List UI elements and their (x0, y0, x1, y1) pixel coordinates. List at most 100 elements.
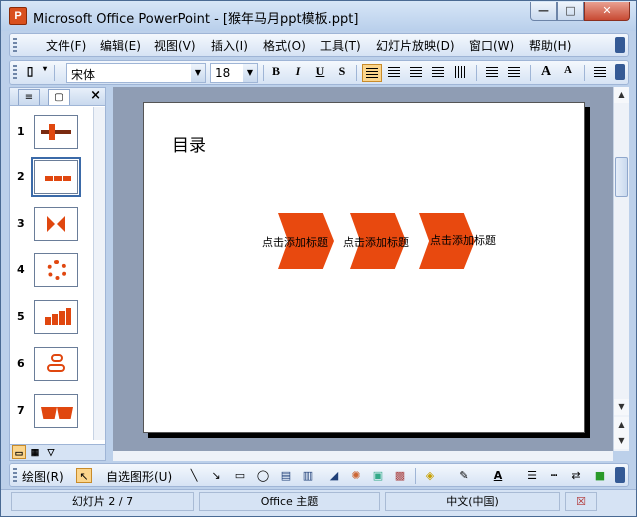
line-color-icon[interactable]: ✎ (456, 468, 472, 483)
slide-thumbnail-selected[interactable] (31, 157, 81, 197)
menu-file[interactable]: 文件(F) (46, 37, 86, 54)
slide-thumbnail[interactable] (34, 347, 78, 381)
decrease-font-button[interactable]: A (558, 64, 578, 82)
menu-view[interactable]: 视图(V) (154, 37, 196, 54)
menu-window[interactable]: 窗口(W) (469, 37, 514, 54)
toolbar-separator (584, 65, 585, 81)
fill-color-icon[interactable]: ◈ (422, 468, 438, 483)
toolbar-grip-icon[interactable] (13, 468, 17, 483)
horizontal-scrollbar[interactable] (113, 451, 613, 461)
slide-thumbnail-row[interactable]: 4 (10, 253, 94, 291)
align-left-button[interactable] (362, 64, 382, 82)
text-box-icon[interactable]: ▤ (278, 468, 294, 483)
slide-thumbnail[interactable] (34, 300, 78, 334)
arrow-style-icon[interactable]: ⇄ (568, 468, 584, 483)
status-bar: 幻灯片 2 / 7 Office 主题 中文(中国) ☒ (1, 489, 636, 516)
clip-art-icon[interactable]: ▣ (370, 468, 386, 483)
next-slide-icon[interactable]: ▼ (614, 433, 629, 449)
menu-format[interactable]: 格式(O) (263, 37, 306, 54)
item-title-placeholder[interactable]: 点击添加标题 (430, 232, 496, 248)
bullets-button[interactable] (504, 64, 524, 82)
slide-thumbnail[interactable] (34, 394, 78, 428)
slide-thumbnail[interactable] (34, 207, 78, 241)
previous-slide-icon[interactable]: ▲ (614, 417, 629, 433)
toolbar-grip-icon[interactable] (13, 38, 17, 53)
scroll-up-icon[interactable]: ▲ (614, 87, 629, 103)
spelling-check-icon[interactable]: ☒ (565, 492, 597, 511)
chevron-down-icon[interactable]: ▼ (191, 64, 205, 82)
title-bar[interactable]: P Microsoft Office PowerPoint - [猴年马月ppt… (1, 1, 636, 31)
slide-title[interactable]: 目录 (172, 131, 206, 156)
vertical-text-button[interactable] (450, 64, 470, 82)
vertical-scrollbar[interactable]: ▲ ▼ ▲ ▼ (613, 87, 629, 451)
font-size-select[interactable]: 18 ▼ (210, 63, 258, 83)
slide-thumbnail-row[interactable]: 6 (10, 347, 94, 385)
font-color-icon[interactable]: A (490, 468, 506, 483)
oval-icon[interactable]: ◯ (255, 468, 271, 483)
slide-thumbnail-row[interactable]: 3 (10, 207, 94, 245)
align-right-button[interactable] (406, 64, 426, 82)
slide-thumbnail-row[interactable]: 7 (10, 394, 94, 432)
slide-thumbnail[interactable] (34, 253, 78, 287)
scroll-thumb[interactable] (615, 157, 628, 197)
slide-thumbnail-row[interactable]: 2 (10, 157, 94, 198)
picture-icon[interactable]: ▩ (392, 468, 408, 483)
numbering-button[interactable] (482, 64, 502, 82)
slide-thumbnail-row[interactable]: 5 (10, 300, 94, 338)
decrease-indent-button[interactable] (590, 64, 610, 82)
wordart-icon[interactable]: ◢ (326, 468, 342, 483)
slide-thumbnail[interactable] (34, 115, 78, 149)
slide-canvas[interactable]: 目录 点击添加标题 点击添加标题 点击添加标题 (143, 102, 585, 433)
menu-slide-show[interactable]: 幻灯片放映(D) (376, 37, 455, 54)
distribute-button[interactable] (428, 64, 448, 82)
item-title-placeholder[interactable]: 点击添加标题 (262, 234, 328, 250)
maximize-button[interactable]: □ (557, 2, 584, 21)
menu-insert[interactable]: 插入(I) (211, 37, 248, 54)
slide-show-view-icon[interactable]: ▽ (44, 445, 58, 459)
vertical-text-box-icon[interactable]: ▥ (300, 468, 316, 483)
normal-view-icon[interactable]: ▭ (12, 445, 26, 459)
line-style-icon[interactable]: ☰ (524, 468, 540, 483)
menu-edit[interactable]: 编辑(E) (100, 37, 141, 54)
powerpoint-app-icon[interactable]: P (9, 7, 27, 25)
menu-help[interactable]: 帮助(H) (529, 37, 571, 54)
shadow-style-icon[interactable]: ■ (592, 468, 608, 483)
formatting-toolbar: ▯ ▾ 宋体 ▼ 18 ▼ B I U S A A (9, 60, 629, 85)
tab-slides[interactable]: ▢ (48, 89, 70, 105)
slide-number: 5 (17, 310, 25, 323)
select-pointer-icon[interactable]: ↖ (76, 468, 92, 483)
item-title-placeholder[interactable]: 点击添加标题 (343, 234, 409, 250)
toolbar-options-icon[interactable] (615, 64, 625, 80)
menu-tools[interactable]: 工具(T) (320, 37, 361, 54)
slides-pane-scrollbar[interactable] (93, 107, 105, 440)
increase-font-button[interactable]: A (536, 64, 556, 82)
toolbar-options-icon[interactable] (615, 467, 625, 483)
toolbar-grip-icon[interactable] (13, 65, 17, 80)
scroll-down-icon[interactable]: ▼ (614, 399, 629, 415)
bold-button[interactable]: B (266, 64, 286, 82)
new-document-icon[interactable]: ▯ (20, 64, 40, 82)
menu-bar: 文件(F) 编辑(E) 视图(V) 插入(I) 格式(O) 工具(T) 幻灯片放… (9, 33, 629, 57)
shadow-button[interactable]: S (332, 64, 352, 82)
tab-outline[interactable]: ≡ (18, 89, 40, 105)
font-name-select[interactable]: 宋体 ▼ (66, 63, 206, 83)
line-icon[interactable]: ╲ (186, 468, 202, 483)
new-dropdown-icon[interactable]: ▾ (40, 64, 50, 82)
rectangle-icon[interactable]: ▭ (232, 468, 248, 483)
minimize-button[interactable]: — (530, 2, 557, 21)
vertical-text-icon (455, 66, 465, 78)
align-center-button[interactable] (384, 64, 404, 82)
dash-style-icon[interactable]: ┅ (546, 468, 562, 483)
autoshapes-button[interactable]: 自选图形(U) (106, 468, 172, 485)
slide-thumbnail-row[interactable]: 1 (10, 115, 94, 153)
slide-sorter-view-icon[interactable]: ▦ (28, 445, 42, 459)
diagram-icon[interactable]: ✺ (348, 468, 364, 483)
draw-menu-button[interactable]: 绘图(R) (22, 468, 64, 485)
italic-button[interactable]: I (288, 64, 308, 82)
arrow-icon[interactable]: ↘ (208, 468, 224, 483)
close-icon[interactable]: × (90, 88, 101, 103)
underline-button[interactable]: U (310, 64, 330, 82)
toolbar-options-icon[interactable] (615, 37, 625, 53)
close-button[interactable]: ✕ (584, 2, 630, 21)
chevron-down-icon[interactable]: ▼ (243, 64, 257, 82)
